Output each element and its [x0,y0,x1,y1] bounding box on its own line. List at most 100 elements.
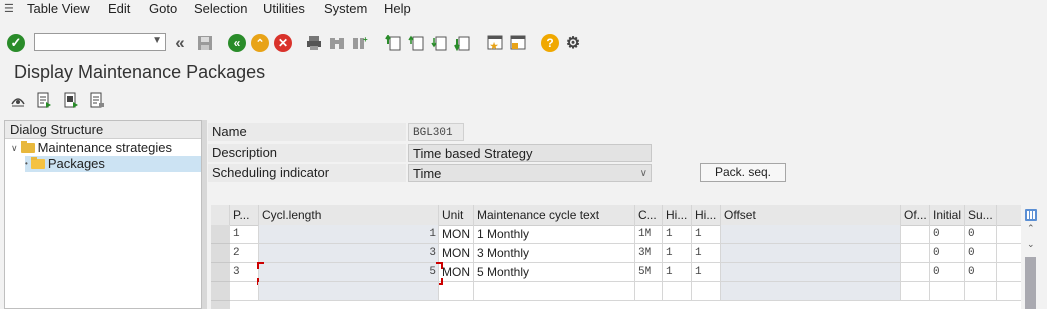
dialog-structure-header: Dialog Structure [5,121,201,139]
exit-icon[interactable]: ⌃ [251,34,269,52]
cell-hi1: 1 [663,244,692,262]
cell-empty[interactable] [474,282,635,300]
scroll-down-icon[interactable]: ⌄ [1027,239,1035,250]
svg-text:★: ★ [490,41,499,51]
cell-cycle-length[interactable]: 1 [259,225,439,243]
table-row: 1 1 MON 1 Monthly 1M 1 1 0 0 [230,225,1021,244]
menu-bar: ☰ Table View Edit Goto Selection Utiliti… [0,0,1047,18]
pack-seq-button[interactable]: Pack. seq. [700,163,786,182]
col-header-unit[interactable]: Unit [439,205,474,225]
menu-system[interactable]: System [324,1,367,16]
description-field: Time based Strategy [408,144,652,162]
display-change-icon[interactable] [9,91,27,109]
tree-item-packages[interactable]: • Packages [25,156,201,172]
description-label: Description [208,144,406,162]
col-header-c[interactable]: C... [635,205,663,225]
expand-icon[interactable]: ∨ [11,140,18,156]
chevron-down-icon[interactable]: ▼ [152,35,162,46]
select-all-column-header[interactable] [211,205,230,225]
name-label: Name [208,123,406,141]
settings-gear-icon[interactable]: ⚙ [564,34,582,52]
col-header-cycle-text[interactable]: Maintenance cycle text [474,205,635,225]
col-header-su[interactable]: Su... [965,205,997,225]
col-header-package[interactable]: P... [230,205,259,225]
cell-of[interactable] [901,244,930,262]
cell-cycle-text[interactable]: 3 Monthly [474,244,635,262]
col-header-cycle-length[interactable]: Cycl.length [259,205,439,225]
previous-page-icon[interactable] [407,34,425,52]
select-all-icon[interactable] [35,91,53,109]
window-menu-icon[interactable]: ☰ [4,2,14,15]
column-settings-icon[interactable] [1025,209,1037,221]
scheduling-indicator-select[interactable]: Time ∨ [408,164,652,182]
cell-empty[interactable] [721,282,901,300]
cell-offset[interactable] [721,225,901,243]
col-header-initial[interactable]: Initial [930,205,965,225]
menu-table-view[interactable]: Table View [27,1,90,16]
menu-help[interactable]: Help [384,1,411,16]
cell-empty [930,282,965,300]
help-icon[interactable]: ? [541,34,559,52]
cell-of[interactable] [901,225,930,243]
cell-package: 2 [230,244,259,262]
find-next-icon[interactable]: + [351,34,369,52]
last-page-icon[interactable] [453,34,471,52]
cell-c: 5M [635,263,663,281]
chevron-down-icon[interactable]: ∨ [640,165,647,183]
cell-empty[interactable] [259,282,439,300]
table-scrollbar[interactable]: ⌃ ⌄ [1023,205,1039,309]
command-field[interactable]: ▼ [34,33,166,51]
menu-selection[interactable]: Selection [194,1,247,16]
first-page-icon[interactable] [384,34,402,52]
row-selector[interactable] [211,244,230,263]
enter-icon[interactable]: ✓ [7,34,25,52]
collapse-icon[interactable]: « [171,33,189,52]
cell-cycle-length[interactable]: 3 [259,244,439,262]
cell-of[interactable] [901,263,930,281]
name-field: BGL301 [408,123,464,141]
col-header-offset[interactable]: Offset [721,205,901,225]
col-header-of[interactable]: Of... [901,205,930,225]
row-selector[interactable] [211,301,230,309]
shortcut-icon[interactable] [509,34,527,52]
cell-c: 3M [635,244,663,262]
tree-item-maintenance-strategies[interactable]: ∨ Maintenance strategies [11,140,172,156]
menu-goto[interactable]: Goto [149,1,177,16]
page-title: Display Maintenance Packages [14,62,266,82]
row-selector[interactable] [211,225,230,244]
cell-offset[interactable] [721,263,901,281]
cell-initial: 0 [930,225,965,243]
cell-empty[interactable] [901,282,930,300]
row-selector[interactable] [211,263,230,282]
dialog-structure-pane: Dialog Structure ∨ Maintenance strategie… [4,120,202,309]
cell-cycle-length[interactable]: 5 [259,263,439,281]
col-header-hi2[interactable]: Hi... [692,205,721,225]
back-icon[interactable]: « [228,34,246,52]
select-block-icon[interactable] [62,91,80,109]
cell-empty[interactable] [439,282,474,300]
save-icon[interactable] [196,34,214,52]
cell-unit[interactable]: MON [439,244,474,262]
cell-unit[interactable]: MON [439,263,474,281]
cancel-icon[interactable]: ✕ [274,34,292,52]
create-session-icon[interactable]: ★ [486,34,504,52]
col-header-hi1[interactable]: Hi... [663,205,692,225]
find-icon[interactable] [328,34,346,52]
menu-utilities[interactable]: Utilities [263,1,305,16]
table-row-empty [230,282,1021,301]
cell-cycle-text[interactable]: 1 Monthly [474,225,635,243]
scroll-thumb[interactable] [1025,257,1036,309]
deselect-all-icon[interactable] [88,91,106,109]
cell-initial: 0 [930,244,965,262]
cell-offset[interactable] [721,244,901,262]
menu-edit[interactable]: Edit [108,1,130,16]
scroll-up-icon[interactable]: ⌃ [1027,223,1035,234]
next-page-icon[interactable] [430,34,448,52]
print-icon[interactable] [305,34,323,52]
row-selector[interactable] [211,282,230,301]
focus-corner-tr [436,262,443,269]
pane-splitter[interactable] [202,120,207,309]
cell-cycle-text[interactable]: 5 Monthly [474,263,635,281]
cell-package: 3 [230,263,259,281]
cell-unit[interactable]: MON [439,225,474,243]
